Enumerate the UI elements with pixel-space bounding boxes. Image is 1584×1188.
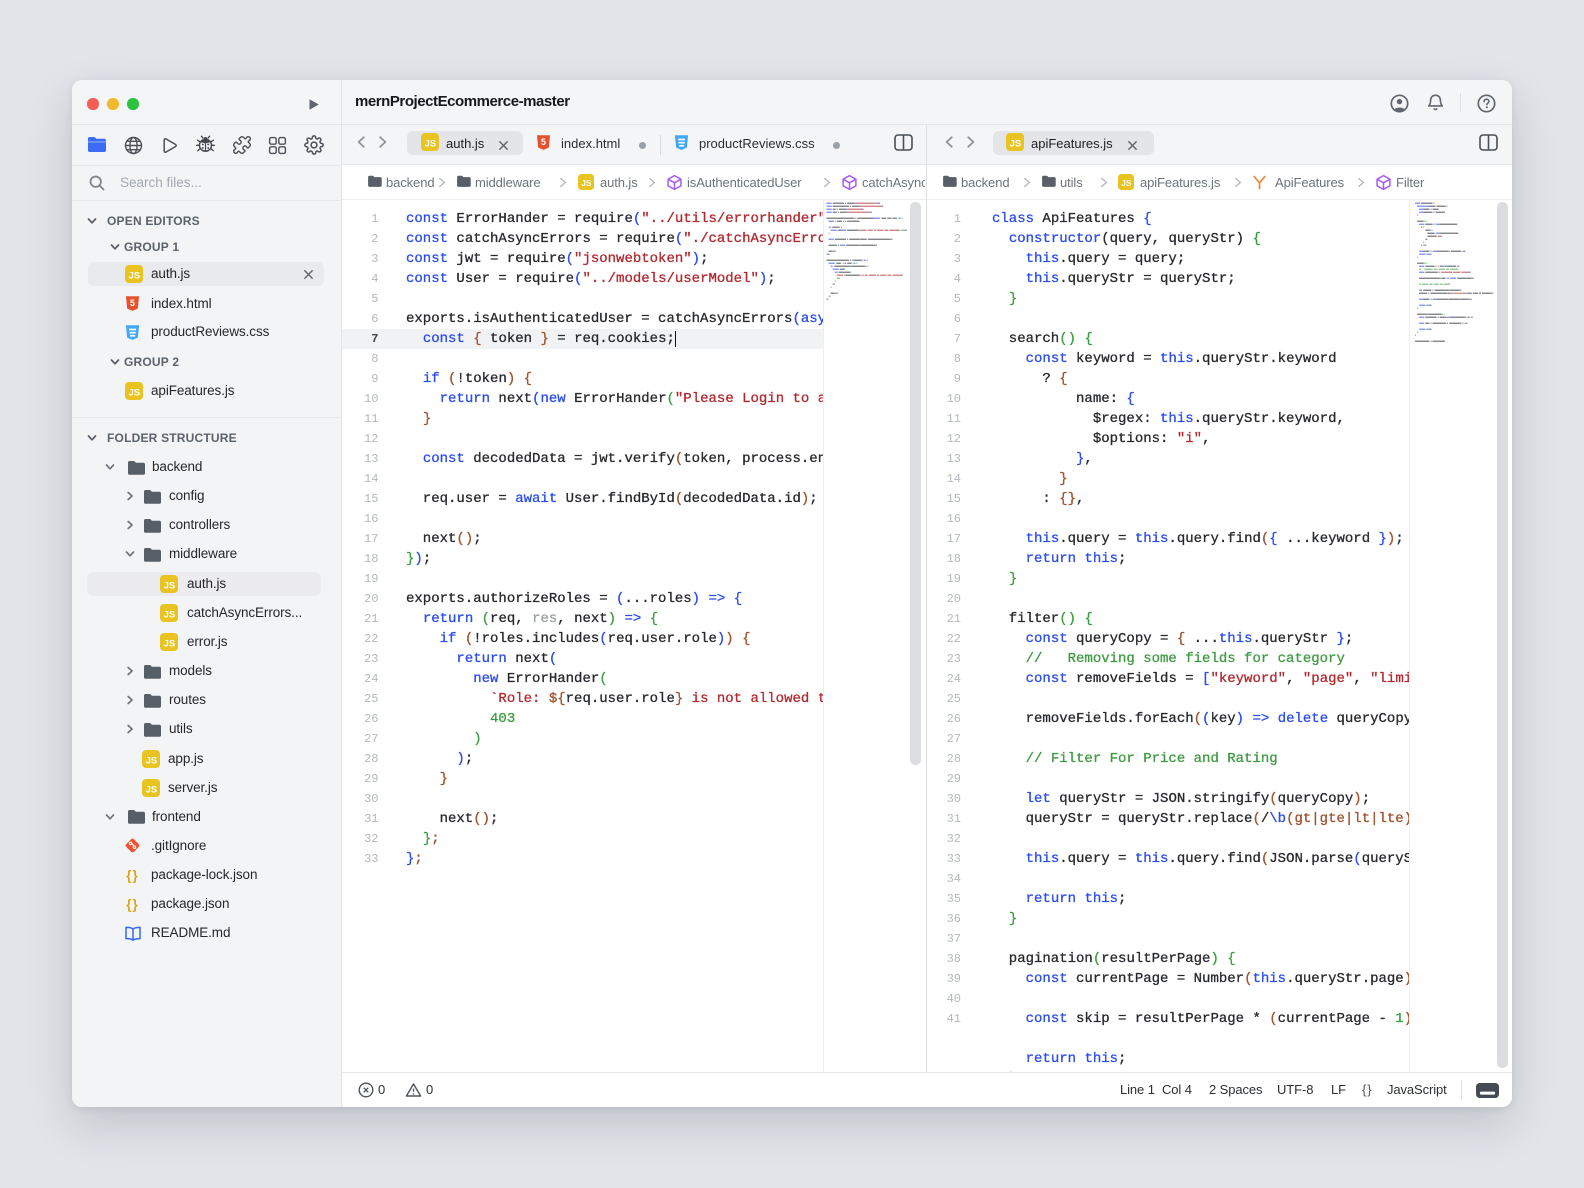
svg-text:JS: JS [164, 608, 175, 619]
svg-text:JS: JS [425, 138, 436, 149]
svg-text:5: 5 [541, 137, 546, 147]
svg-text:JS: JS [164, 579, 175, 590]
svg-text:JS: JS [1010, 138, 1021, 149]
svg-text:JS: JS [129, 270, 140, 281]
svg-text:JS: JS [129, 387, 140, 398]
svg-text:JS: JS [146, 783, 157, 794]
svg-text:JS: JS [1121, 178, 1132, 188]
svg-text:JS: JS [146, 754, 157, 765]
svg-text:5: 5 [130, 298, 135, 308]
svg-text:JS: JS [164, 638, 175, 649]
svg-text:JS: JS [581, 178, 592, 188]
